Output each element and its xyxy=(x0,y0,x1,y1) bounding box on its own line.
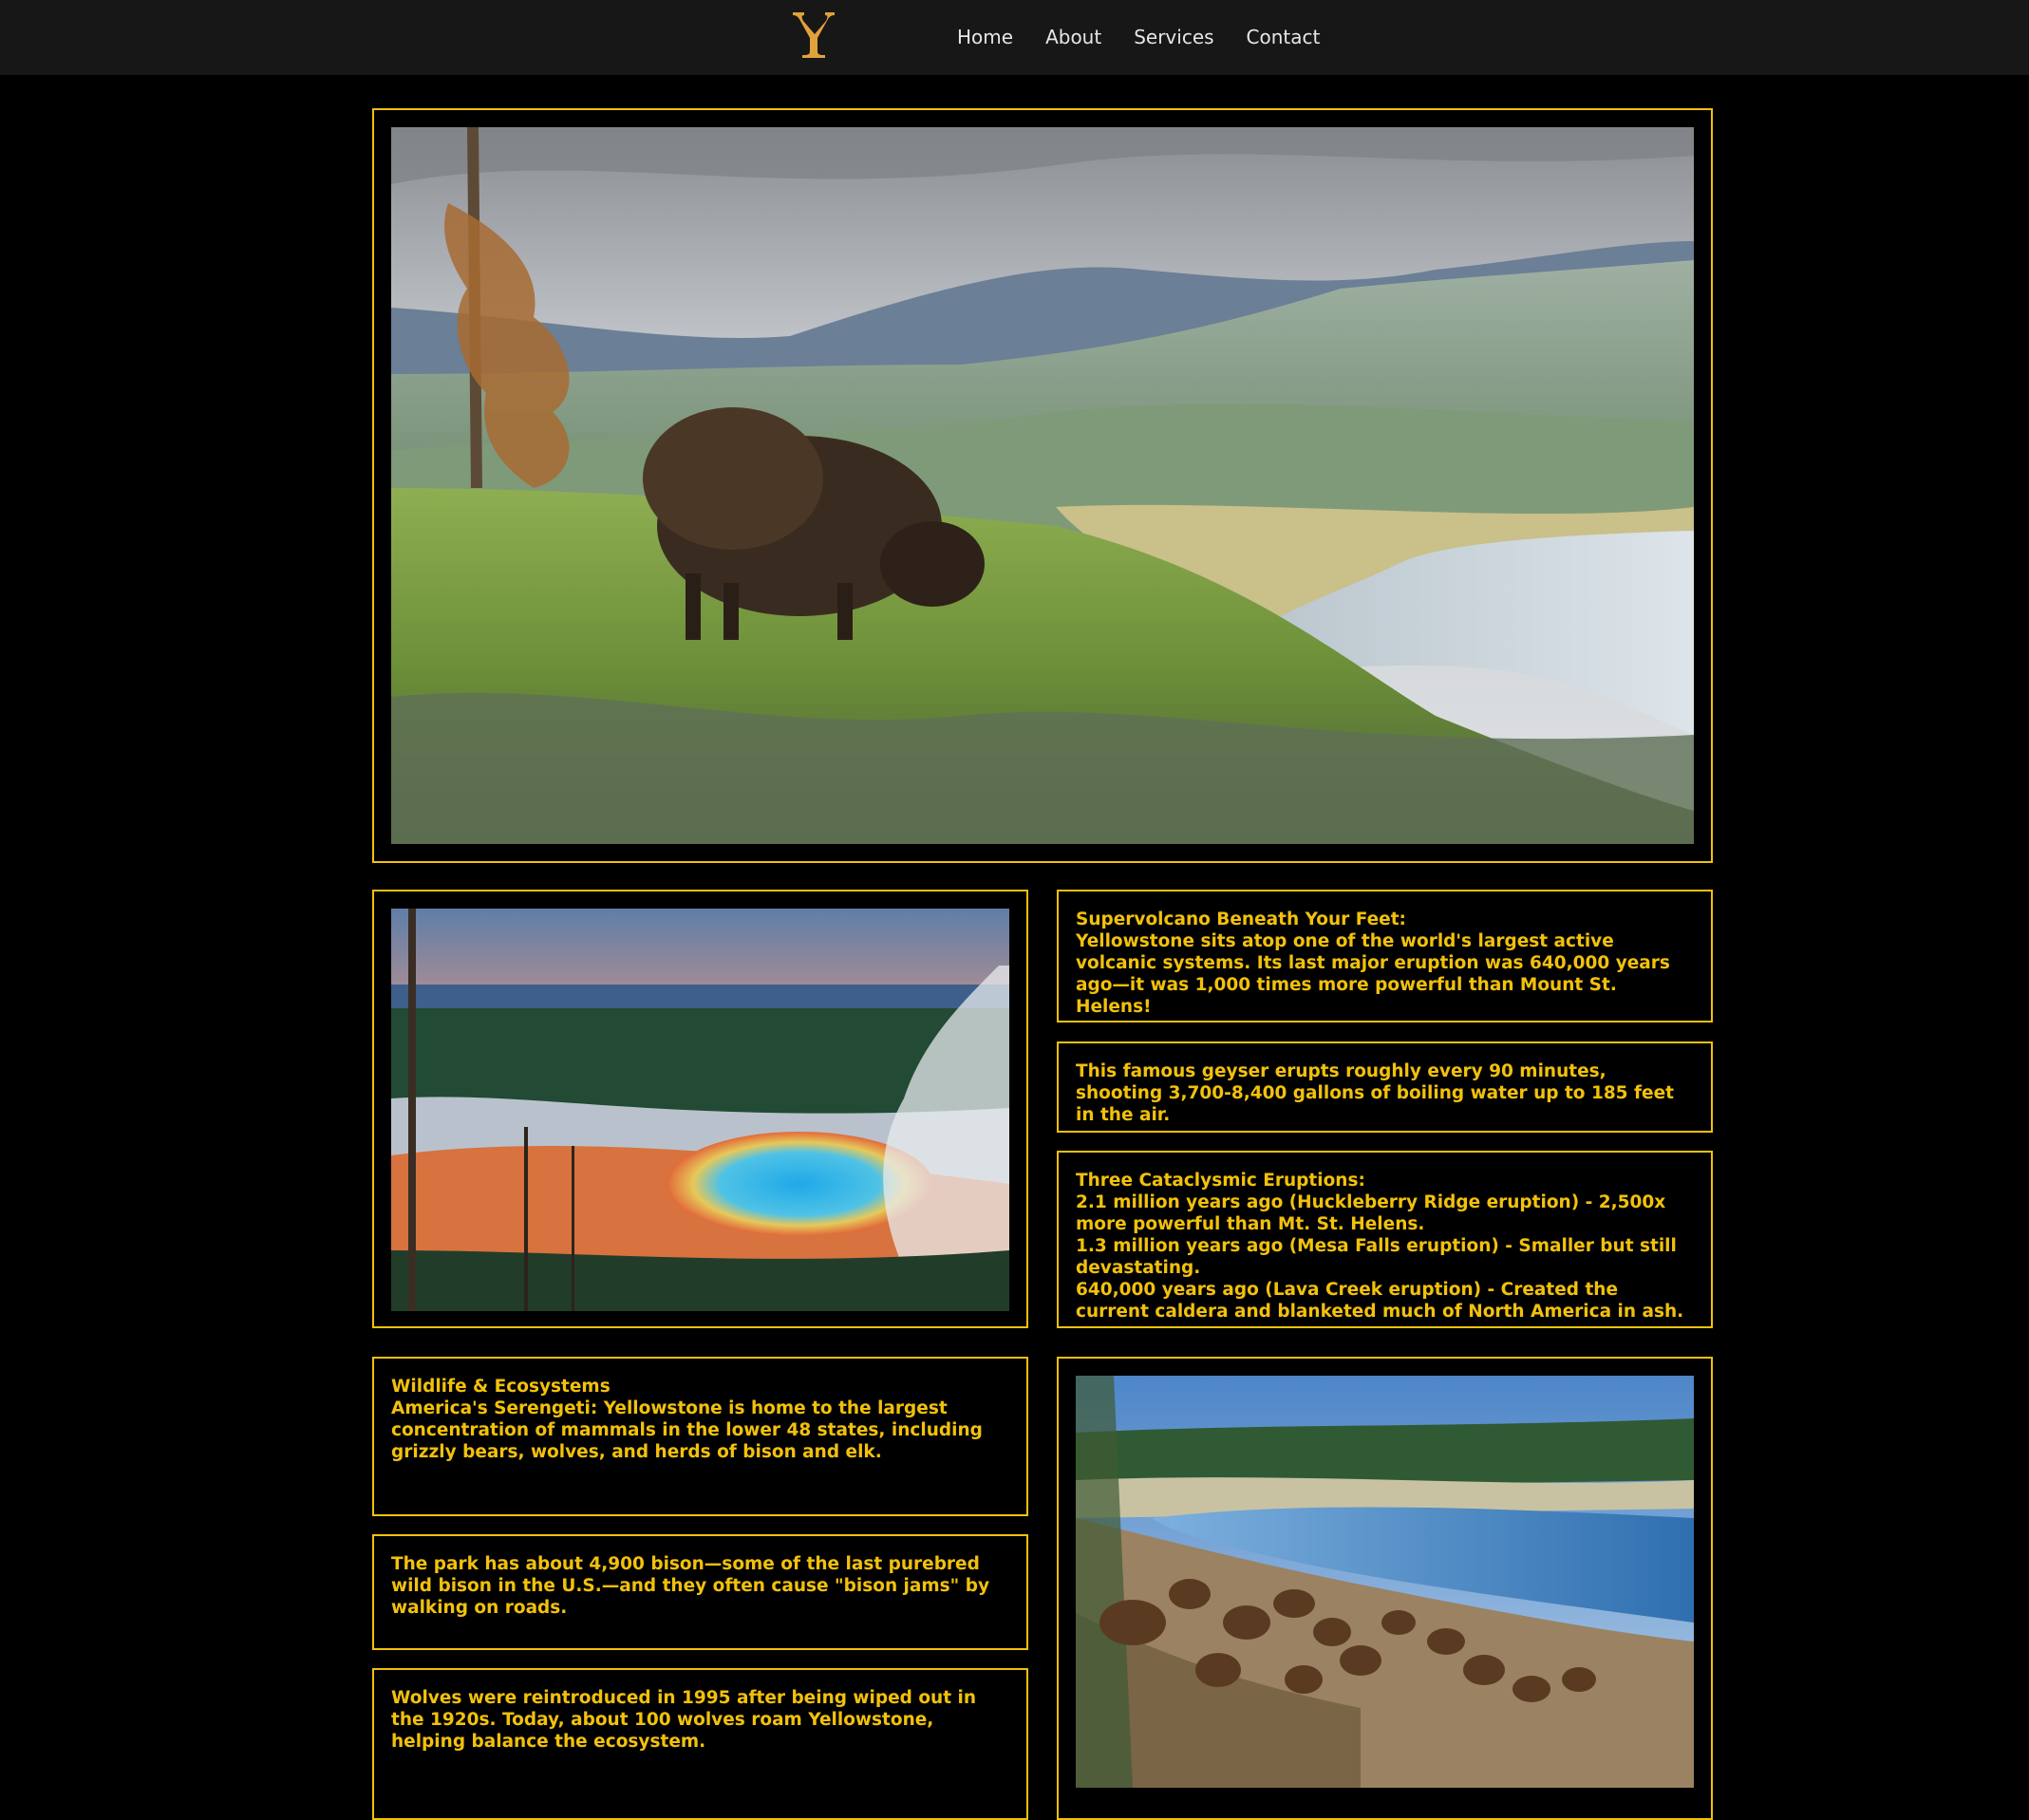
eruption-line-3: 640,000 years ago (Lava Creek eruption) … xyxy=(1076,1280,1684,1322)
geyser-text: This famous geyser erupts roughly every … xyxy=(1076,1060,1696,1126)
geyser-card: This famous geyser erupts roughly every … xyxy=(1057,1041,1713,1133)
nav-link-services[interactable]: Services xyxy=(1134,21,1213,53)
nav-link-home[interactable]: Home xyxy=(957,21,1013,53)
bison-card: The park has about 4,900 bison—some of t… xyxy=(372,1534,1028,1650)
grand-prismatic-spring-photo xyxy=(391,909,1009,1311)
top-navbar: Home About Services Contact xyxy=(0,0,2029,75)
supervolcano-text: Supervolcano Beneath Your Feet: Yellowst… xyxy=(1076,909,1696,1018)
bison-herd-river-photo xyxy=(1076,1376,1694,1788)
prismatic-frame xyxy=(372,890,1028,1328)
nav-link-contact[interactable]: Contact xyxy=(1247,21,1321,53)
eruptions-card: Three Cataclysmic Eruptions: 2.1 million… xyxy=(1057,1151,1713,1328)
main-nav: Home About Services Contact xyxy=(957,21,1352,53)
bison-grazing-valley-photo xyxy=(391,127,1694,844)
wildlife-card: Wildlife & Ecosystems America's Serenget… xyxy=(372,1357,1028,1516)
wildlife-text: Wildlife & Ecosystems America's Serenget… xyxy=(391,1376,1011,1463)
hero-frame xyxy=(372,108,1713,863)
eruption-line-2: 1.3 million years ago (Mesa Falls erupti… xyxy=(1076,1236,1677,1278)
eruptions-heading: Three Cataclysmic Eruptions: xyxy=(1076,1171,1365,1191)
eruptions-text: Three Cataclysmic Eruptions: 2.1 million… xyxy=(1076,1170,1696,1323)
wolves-body: Wolves were reintroduced in 1995 after b… xyxy=(391,1688,977,1752)
geyser-body: This famous geyser erupts roughly every … xyxy=(1076,1061,1674,1125)
nav-link-about[interactable]: About xyxy=(1045,21,1101,53)
wolves-text: Wolves were reintroduced in 1995 after b… xyxy=(391,1687,1011,1753)
wildlife-heading: Wildlife & Ecosystems xyxy=(391,1377,611,1397)
bison-body: The park has about 4,900 bison—some of t… xyxy=(391,1554,990,1618)
bison-herd-frame xyxy=(1057,1357,1713,1820)
wildlife-body: America's Serengeti: Yellowstone is home… xyxy=(391,1398,983,1462)
bison-text: The park has about 4,900 bison—some of t… xyxy=(391,1553,1011,1619)
supervolcano-heading: Supervolcano Beneath Your Feet: xyxy=(1076,910,1406,929)
supervolcano-card: Supervolcano Beneath Your Feet: Yellowst… xyxy=(1057,890,1713,1023)
supervolcano-body: Yellowstone sits atop one of the world's… xyxy=(1076,931,1670,1017)
yellowstone-y-brand-icon[interactable] xyxy=(787,9,840,61)
wolves-card: Wolves were reintroduced in 1995 after b… xyxy=(372,1668,1028,1820)
eruption-line-1: 2.1 million years ago (Huckleberry Ridge… xyxy=(1076,1192,1666,1234)
